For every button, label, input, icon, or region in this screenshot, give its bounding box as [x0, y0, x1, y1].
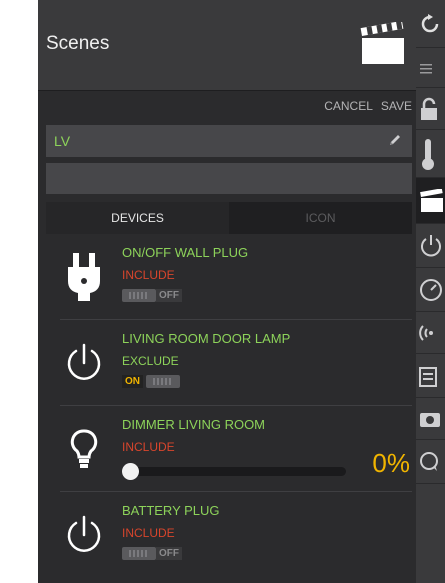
calendar-icon[interactable] [416, 354, 445, 398]
scene-name-value: LV [54, 133, 71, 149]
pencil-icon[interactable] [388, 133, 402, 147]
device-row[interactable]: LIVING ROOM DOOR LAMP EXCLUDE ON [60, 320, 412, 406]
dimmer-slider-handle[interactable] [122, 463, 139, 480]
menu-icon[interactable] [416, 48, 445, 88]
device-toggle[interactable]: ON [122, 375, 180, 388]
device-name: BATTERY PLUG [122, 503, 220, 518]
device-name: ON/OFF WALL PLUG [122, 245, 249, 260]
device-mode[interactable]: INCLUDE [122, 268, 175, 282]
form-actions: CANCEL SAVE [324, 99, 412, 113]
scene-secondary-field[interactable] [46, 163, 412, 194]
signal-icon[interactable] [416, 312, 445, 354]
scene-name-field[interactable]: LV [46, 125, 412, 157]
page-title: Scenes [46, 33, 110, 54]
dimmer-level-value: 0% [372, 448, 410, 478]
toggle-knob [122, 289, 156, 302]
device-row[interactable]: DIMMER LIVING ROOM INCLUDE 0% [60, 406, 412, 492]
device-mode[interactable]: INCLUDE [122, 440, 175, 454]
device-row[interactable]: BATTERY PLUG INCLUDE OFF [60, 492, 412, 578]
tab-icon[interactable]: ICON [229, 202, 412, 234]
tab-bar: DEVICES ICON [46, 202, 412, 234]
device-name: DIMMER LIVING ROOM [122, 417, 266, 432]
toggle-knob [122, 547, 156, 560]
device-toggle[interactable]: OFF [122, 547, 182, 560]
toggle-state: ON [122, 375, 143, 388]
tab-devices[interactable]: DEVICES [46, 202, 229, 234]
power-icon [60, 320, 108, 406]
toggle-state: OFF [156, 289, 182, 302]
power-icon[interactable] [416, 224, 445, 268]
toggle-state: OFF [156, 547, 182, 560]
device-name: LIVING ROOM DOOR LAMP [122, 331, 291, 346]
right-nav-bar [416, 0, 445, 583]
thermometer-icon[interactable] [416, 130, 445, 178]
lock-icon[interactable] [416, 88, 445, 130]
panel-header: Scenes [38, 0, 416, 91]
bulb-icon [60, 406, 108, 492]
refresh-icon[interactable] [416, 0, 445, 48]
gauge-icon[interactable] [416, 268, 445, 312]
scenes-panel: Scenes CANCEL SAVE LV DEVICES ICON ON/OF… [38, 0, 416, 583]
device-row[interactable]: ON/OFF WALL PLUG INCLUDE OFF [60, 234, 412, 320]
cancel-button[interactable]: CANCEL [324, 99, 373, 113]
clapperboard-icon [360, 22, 404, 64]
camera-icon[interactable] [416, 398, 445, 440]
toggle-knob [146, 375, 180, 388]
save-button[interactable]: SAVE [381, 99, 412, 113]
dimmer-slider-track[interactable] [122, 467, 346, 476]
device-mode[interactable]: INCLUDE [122, 526, 175, 540]
power-icon [60, 492, 108, 578]
chat-icon[interactable] [416, 440, 445, 484]
device-mode[interactable]: EXCLUDE [122, 354, 179, 368]
clapperboard-icon[interactable] [416, 178, 445, 224]
device-toggle[interactable]: OFF [122, 289, 182, 302]
plug-icon [60, 234, 108, 320]
